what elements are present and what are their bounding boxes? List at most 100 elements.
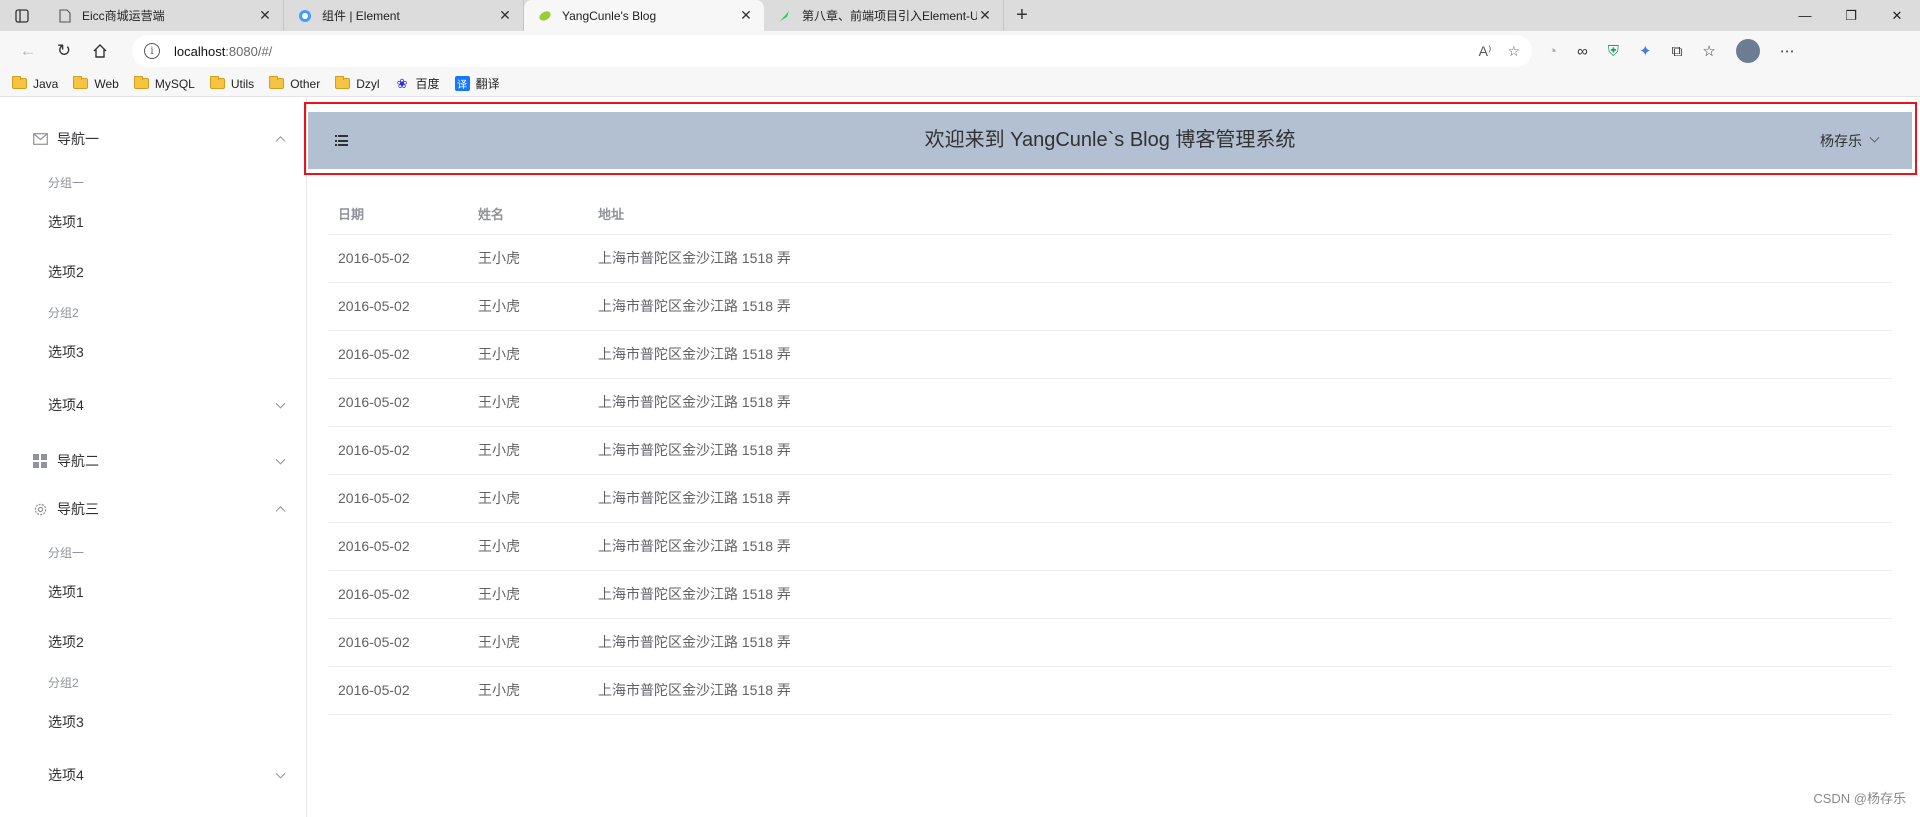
browser-tab[interactable]: Eicc商城运营端 ✕ [44,0,284,31]
url-host: localhost [174,43,226,59]
url-path: :8080/#/ [225,43,273,59]
tab-title: YangCunle's Blog [562,8,657,23]
bookmark-other[interactable]: Other [269,76,320,91]
cell-address: 上海市普陀区金沙江路 1518 弄 [588,474,1892,523]
menu-group-title: 分组一 [48,545,85,560]
extensions-bar: ◔ ∞ ⛨ ✦ ⧉ ☆ ⋯ [1548,39,1795,63]
refresh-icon[interactable]: ↻ [46,35,82,67]
infinity-icon[interactable]: ∞ [1577,43,1588,60]
menu-item-option1[interactable]: 选项1 [0,197,306,247]
cell-address: 上海市普陀区金沙江路 1518 弄 [588,426,1892,475]
bird-icon[interactable]: ✦ [1639,42,1652,60]
cell-name: 王小虎 [468,234,588,283]
message-icon [32,131,48,147]
chevron-down-icon [275,768,286,779]
setting-icon [32,501,48,517]
table-row[interactable]: 2016-05-02 王小虎 上海市普陀区金沙江路 1518 弄 [328,570,1892,619]
bookmark-mysql[interactable]: MySQL [133,76,195,91]
cell-name: 王小虎 [468,618,588,667]
cell-name: 王小虎 [468,282,588,331]
cell-name: 王小虎 [468,522,588,571]
main-content: 日期 姓名 地址 2016-05-02 王小虎 上海市普陀区金沙江路 1518 弄2… [328,194,1892,715]
folder-icon [335,76,351,89]
baidu-paw-icon: ❀ [396,75,408,91]
menu-item-option3[interactable]: 选项3 [0,327,306,377]
favorites-icon[interactable]: ☆ [1702,42,1715,60]
menu-grid-icon [32,453,48,469]
cell-address: 上海市普陀区金沙江路 1518 弄 [588,570,1892,619]
cell-address: 上海市普陀区金沙江路 1518 弄 [588,330,1892,379]
table-row[interactable]: 2016-05-02 王小虎 上海市普陀区金沙江路 1518 弄 [328,330,1892,379]
restore-icon[interactable]: ❐ [1828,0,1874,31]
menu-item-option2[interactable]: 选项2 [0,617,306,667]
table-row[interactable]: 2016-05-02 王小虎 上海市普陀区金沙江路 1518 弄 [328,474,1892,523]
address-toolbar: ← ↻ i localhost:8080/#/ A⁾ ☆ ◔ ∞ ⛨ ✦ ⧉ ☆… [0,31,1920,71]
bookmark-web[interactable]: Web [73,76,119,91]
table-row[interactable]: 2016-05-02 王小虎 上海市普陀区金沙江路 1518 弄 [328,666,1892,715]
browser-tab-active[interactable]: YangCunle's Blog ✕ [524,0,764,31]
minimize-icon[interactable]: — [1782,0,1828,31]
url-input[interactable]: i localhost:8080/#/ A⁾ ☆ [132,35,1532,67]
column-header-address[interactable]: 地址 [588,194,1892,235]
extension-icon[interactable]: ◔ [1548,43,1557,60]
column-header-name[interactable]: 姓名 [468,194,588,235]
chevron-down-icon [275,454,286,465]
column-header-date[interactable]: 日期 [328,194,468,235]
translate-icon: 译 [454,76,470,91]
more-icon[interactable]: ⋯ [1780,42,1795,60]
read-aloud-icon[interactable]: A⁾ [1479,43,1492,60]
element-icon [298,9,312,23]
cell-date: 2016-05-02 [328,570,468,619]
cell-date: 2016-05-02 [328,618,468,667]
watermark: CSDN @杨存乐 [1813,791,1906,806]
bookmark-utils[interactable]: Utils [209,76,254,91]
puzzle-icon[interactable]: ⧉ [1672,43,1683,60]
bookmark-java[interactable]: Java [12,76,58,91]
folder-icon [269,76,285,89]
submenu-option4[interactable]: 选项4 [0,377,306,433]
close-icon[interactable]: ✕ [257,7,273,24]
back-arrow-icon[interactable]: ← [10,35,46,67]
menu-group-title: 分组2 [48,305,79,320]
info-icon[interactable]: i [144,43,160,59]
table-row[interactable]: 2016-05-02 王小虎 上海市普陀区金沙江路 1518 弄 [328,282,1892,331]
bookmark-dzyl[interactable]: Dzyl [335,76,380,91]
close-icon[interactable]: ✕ [738,7,754,24]
sidebar-menu: 导航一 分组一 选项1 选项2 分组2 选项3 选项4 导航二 导航三 分组一 … [0,97,307,817]
close-window-icon[interactable]: ✕ [1874,0,1920,31]
menu-item-option3[interactable]: 选项3 [0,697,306,747]
table-row[interactable]: 2016-05-02 王小虎 上海市普陀区金沙江路 1518 弄 [328,426,1892,475]
shield-icon[interactable]: ⛨ [1608,43,1619,60]
tab-title: Eicc商城运营端 [82,9,165,23]
submenu-option4-label: 选项4 [48,397,84,413]
browser-tab-bar: Eicc商城运营端 ✕ 组件 | Element ✕ YangCunle's B… [0,0,1920,31]
bookmark-translate[interactable]: 译翻译 [454,75,500,92]
table-row[interactable]: 2016-05-02 王小虎 上海市普陀区金沙江路 1518 弄 [328,378,1892,427]
folder-icon [209,76,225,89]
menu-item-option2[interactable]: 选项2 [0,247,306,297]
close-icon[interactable]: ✕ [977,7,993,24]
browser-tab[interactable]: 组件 | Element ✕ [284,0,524,31]
submenu-nav2-label: 导航二 [57,453,99,469]
tab-actions-icon[interactable] [0,0,44,31]
highlight-box [304,102,1917,175]
home-icon[interactable] [82,35,118,67]
cell-name: 王小虎 [468,330,588,379]
submenu-nav1-label: 导航一 [57,131,99,147]
table-row[interactable]: 2016-05-02 王小虎 上海市普陀区金沙江路 1518 弄 [328,522,1892,571]
feather-icon [778,9,792,23]
cell-date: 2016-05-02 [328,522,468,571]
close-icon[interactable]: ✕ [497,7,513,24]
bookmark-baidu[interactable]: ❀ 百度 [395,75,440,92]
profile-avatar[interactable] [1735,39,1760,63]
submenu-nav1[interactable]: 导航一 [0,111,306,167]
submenu-option4[interactable]: 选项4 [0,747,306,803]
table-row[interactable]: 2016-05-02 王小虎 上海市普陀区金沙江路 1518 弄 [328,618,1892,667]
browser-tab[interactable]: 第八章、前端项目引入Element-U ✕ [764,0,1004,31]
favorite-add-icon[interactable]: ☆ [1507,43,1520,60]
table-row[interactable]: 2016-05-02 王小虎 上海市普陀区金沙江路 1518 弄 [328,234,1892,283]
new-tab-button[interactable]: + [1004,0,1040,31]
cell-date: 2016-05-02 [328,282,468,331]
submenu-nav3[interactable]: 导航三 [0,481,306,537]
menu-item-option1[interactable]: 选项1 [0,567,306,617]
